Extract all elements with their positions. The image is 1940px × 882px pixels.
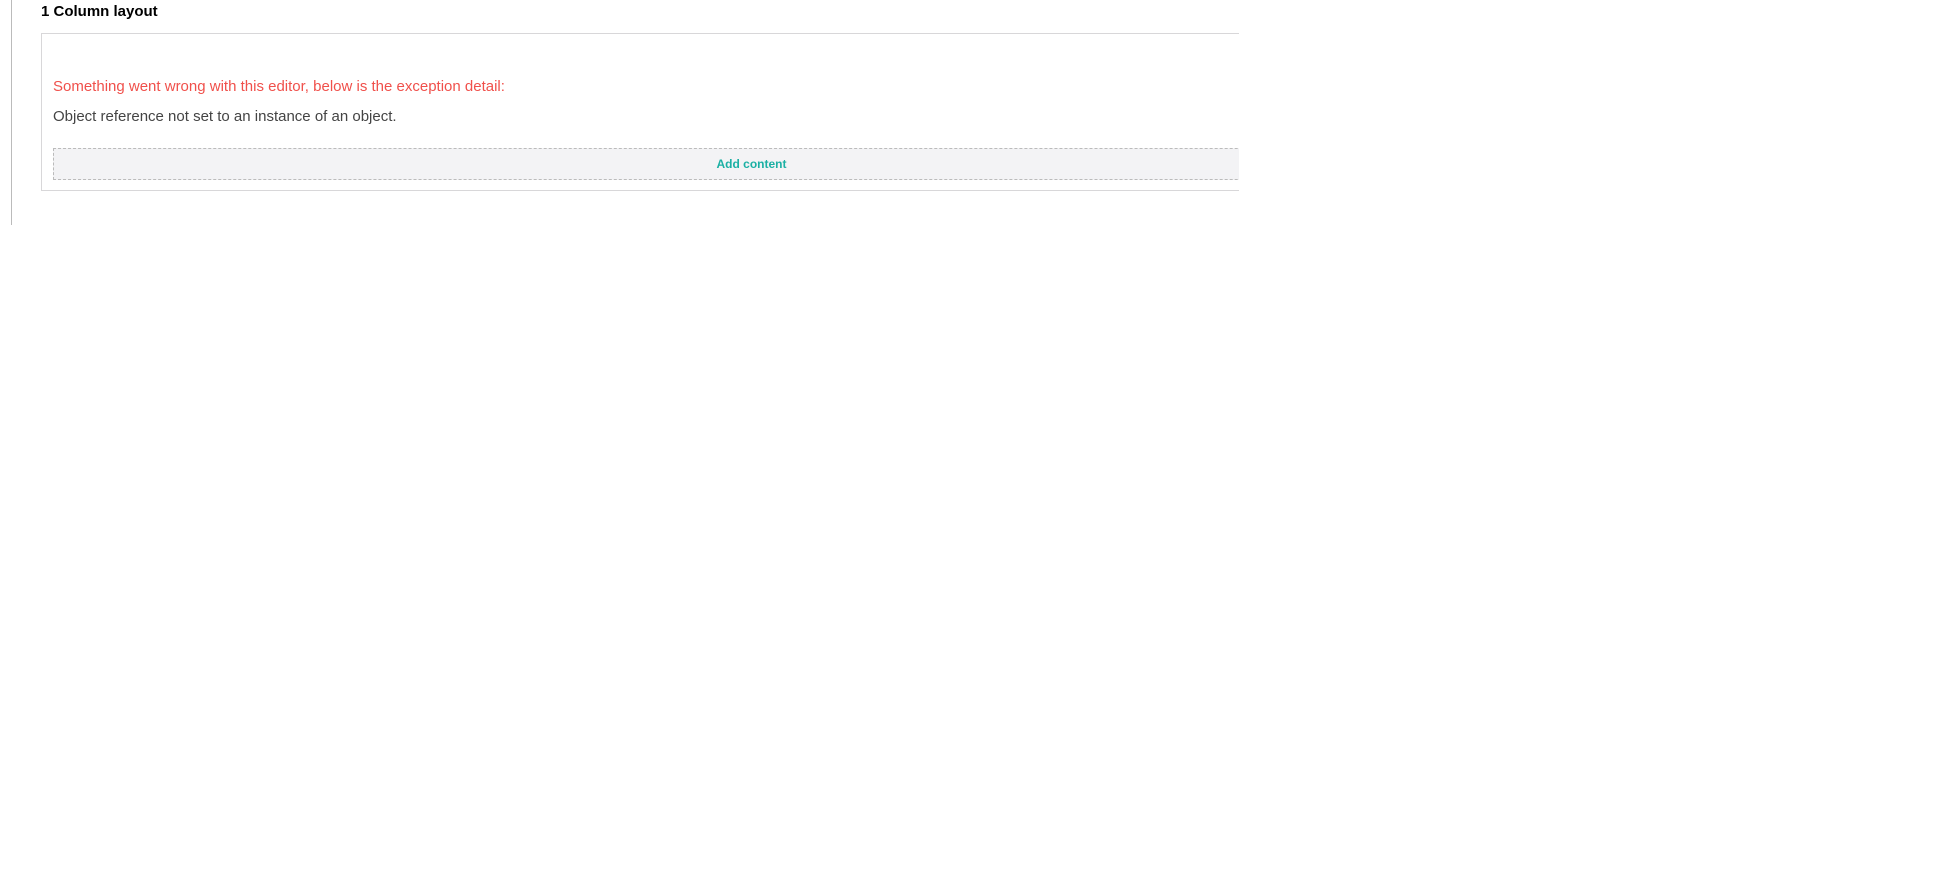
add-content-button[interactable]: Add content — [53, 148, 1239, 180]
page: 1 Column layout Something went wrong wit… — [0, 0, 1940, 882]
error-message-heading: Something went wrong with this editor, b… — [53, 78, 505, 95]
layout-title: 1 Column layout — [41, 3, 158, 20]
error-message-detail: Object reference not set to an instance … — [53, 108, 397, 125]
layout-editor-container: Something went wrong with this editor, b… — [41, 33, 1239, 191]
add-content-label: Add content — [716, 157, 787, 171]
editor-viewport: 1 Column layout Something went wrong wit… — [0, 0, 1239, 882]
